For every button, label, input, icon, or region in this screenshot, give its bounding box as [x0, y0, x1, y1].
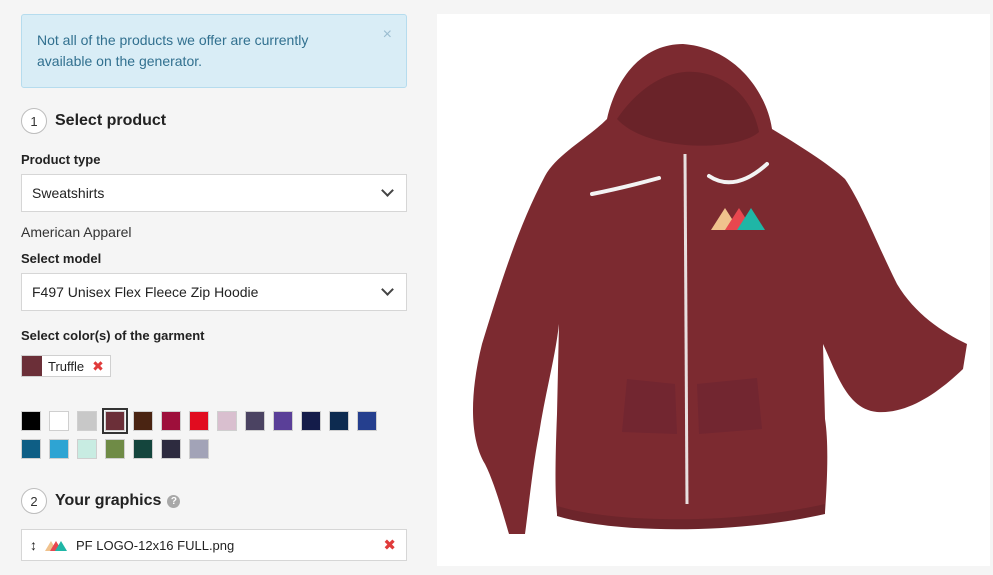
selected-color-name: Truffle	[48, 358, 85, 374]
colors-label: Select color(s) of the garment	[21, 328, 205, 343]
color-swatch[interactable]	[273, 411, 293, 431]
product-type-select[interactable]: Sweatshirts	[21, 174, 407, 212]
color-swatch[interactable]	[329, 411, 349, 431]
drag-handle-icon[interactable]: ↕	[30, 537, 37, 553]
graphic-item[interactable]: ↕ PF LOGO-12x16 FULL.png ✖	[21, 529, 407, 561]
step-number: 1	[21, 108, 47, 134]
hoodie-image	[472, 44, 967, 534]
color-swatch[interactable]	[161, 411, 181, 431]
logo-thumbnail-icon	[45, 541, 67, 551]
color-swatch[interactable]	[133, 411, 153, 431]
info-alert: Not all of the products we offer are cur…	[21, 14, 407, 88]
color-swatch[interactable]	[189, 411, 209, 431]
color-swatch[interactable]	[189, 439, 209, 459]
color-swatch[interactable]	[21, 411, 41, 431]
alert-message: Not all of the products we offer are cur…	[37, 32, 309, 69]
color-swatch[interactable]	[133, 439, 153, 459]
color-swatch[interactable]	[245, 411, 265, 431]
step-select-product: 1 Select product	[21, 107, 407, 135]
editor-panel: Not all of the products we offer are cur…	[21, 14, 407, 561]
step-your-graphics: 2 Your graphics ?	[21, 487, 407, 515]
color-swatch[interactable]	[301, 411, 321, 431]
zipper	[683, 153, 689, 505]
remove-color-icon[interactable]: ✖	[92, 358, 104, 375]
color-swatch[interactable]	[49, 411, 69, 431]
color-swatch[interactable]	[217, 411, 237, 431]
color-swatch[interactable]	[357, 411, 377, 431]
pocket-left	[622, 379, 677, 434]
step-title: Select product	[55, 112, 167, 129]
color-swatch[interactable]	[49, 439, 69, 459]
chevron-down-icon	[381, 283, 394, 296]
step-number: 2	[21, 488, 47, 514]
color-swatch[interactable]	[161, 439, 181, 459]
product-type-value: Sweatshirts	[32, 185, 105, 201]
help-icon[interactable]: ?	[167, 494, 181, 508]
model-value: F497 Unisex Flex Fleece Zip Hoodie	[32, 284, 259, 300]
color-swatch[interactable]	[102, 408, 128, 434]
product-preview	[437, 14, 990, 566]
color-swatch[interactable]	[105, 439, 125, 459]
color-swatch[interactable]	[21, 439, 41, 459]
remove-graphic-icon[interactable]: ✖	[383, 536, 396, 554]
color-swatches-row-2	[21, 439, 407, 459]
brand-name: American Apparel	[21, 224, 132, 240]
color-swatch[interactable]	[77, 411, 97, 431]
close-icon[interactable]: ×	[383, 27, 392, 43]
model-label: Select model	[21, 251, 102, 266]
model-select[interactable]: F497 Unisex Flex Fleece Zip Hoodie	[21, 273, 407, 311]
selected-color-tag: Truffle ✖	[21, 355, 111, 377]
graphic-filename: PF LOGO-12x16 FULL.png	[76, 537, 235, 553]
step-title: Your graphics	[55, 492, 162, 509]
chevron-down-icon	[381, 184, 394, 197]
color-swatches-row-1	[21, 408, 407, 434]
color-swatch[interactable]	[77, 439, 97, 459]
selected-color-swatch	[22, 356, 42, 376]
pocket-right	[697, 378, 762, 434]
product-type-label: Product type	[21, 152, 101, 167]
